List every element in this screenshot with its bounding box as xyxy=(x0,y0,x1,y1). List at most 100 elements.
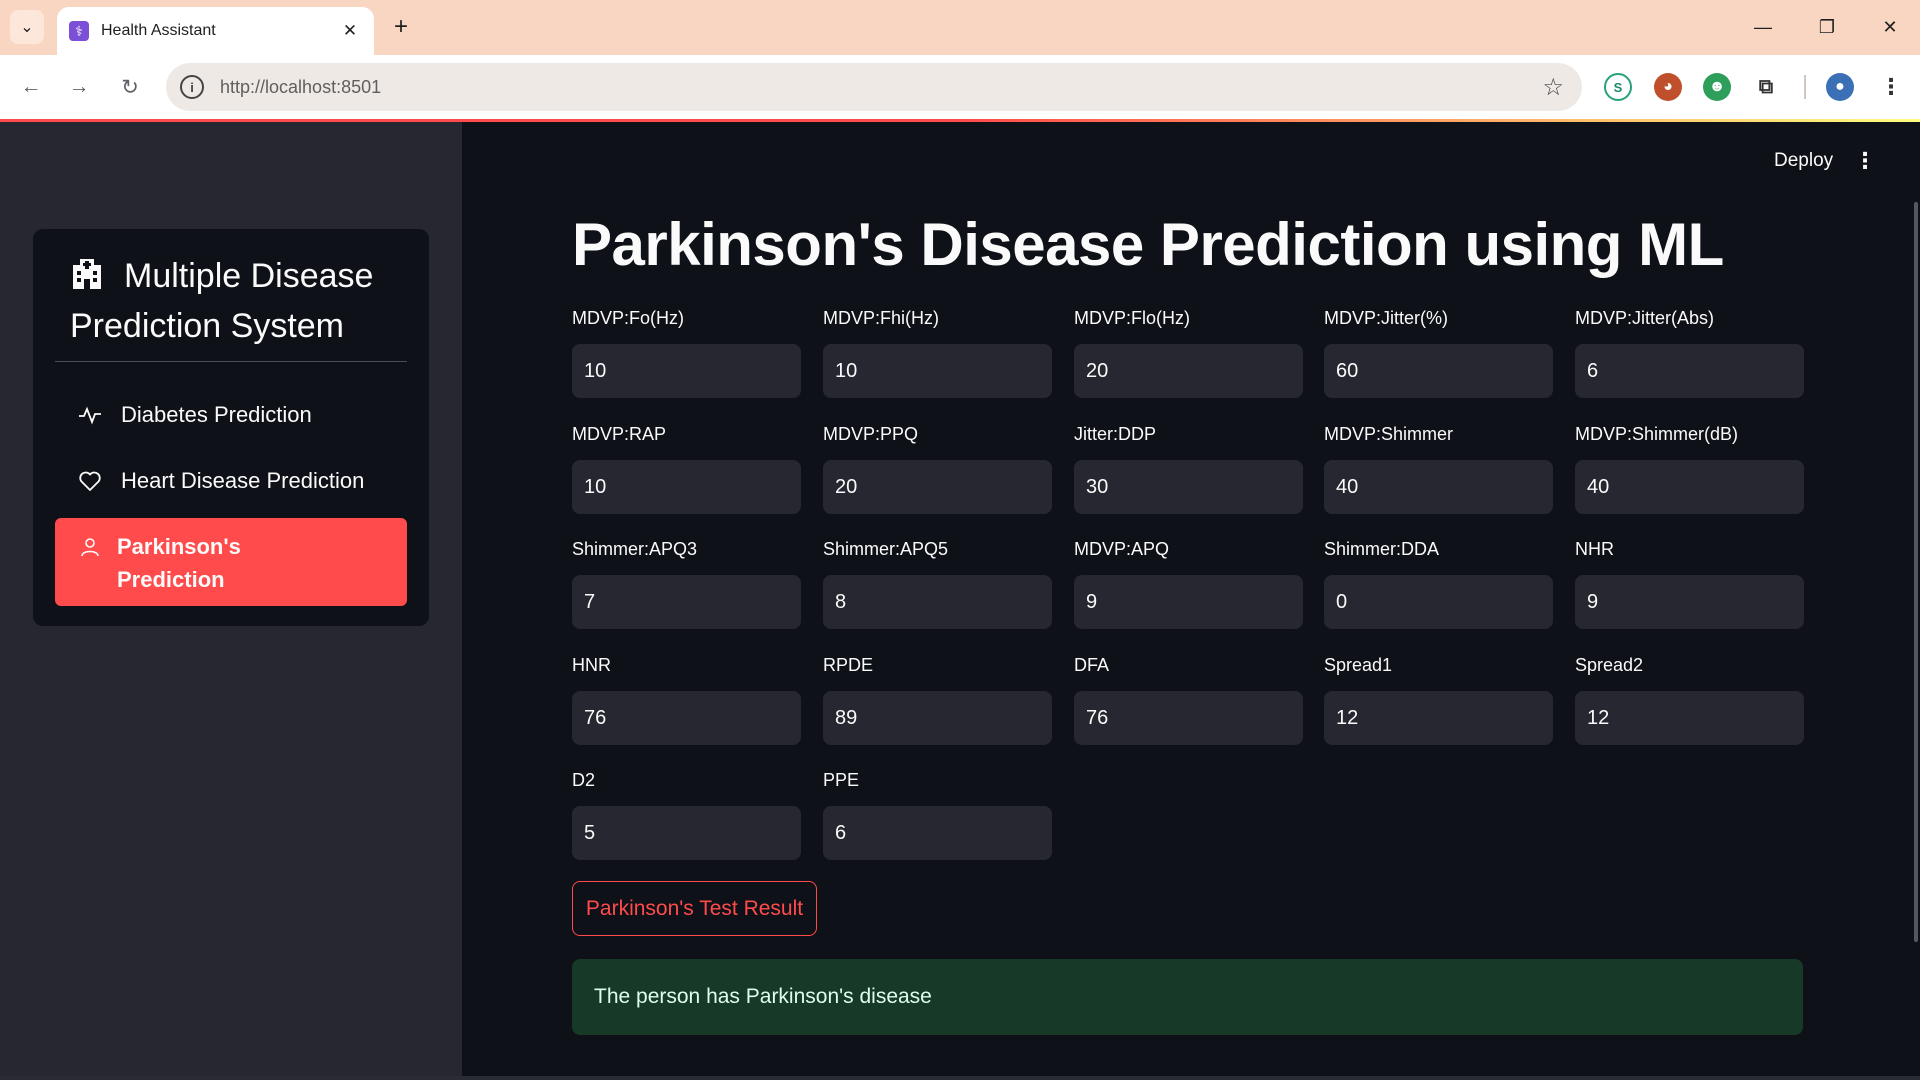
field-input[interactable]: 9 xyxy=(1074,575,1303,629)
reload-button[interactable]: ↻ xyxy=(113,70,147,104)
sidebar-item-label: Diabetes Prediction xyxy=(121,402,312,427)
heart-icon xyxy=(77,468,103,494)
forward-button[interactable]: → xyxy=(62,70,96,104)
input-field-group: Jitter:DDP 30 xyxy=(1074,424,1303,514)
minimize-button[interactable]: — xyxy=(1748,12,1778,42)
input-field-group: PPE 6 xyxy=(823,770,1052,860)
tab-favicon-icon: ⚕ xyxy=(69,21,89,41)
field-label: RPDE xyxy=(823,655,874,675)
field-input[interactable]: 60 xyxy=(1324,344,1553,398)
url-text[interactable]: http://localhost:8501 xyxy=(220,77,1542,98)
field-label: Spread1 xyxy=(1324,655,1393,675)
input-field-group: D2 5 xyxy=(572,770,801,860)
tab-close-icon[interactable]: ✕ xyxy=(338,21,362,41)
input-field-group: Shimmer:APQ5 8 xyxy=(823,539,1052,629)
tab-search-button[interactable]: ⌄ xyxy=(10,10,44,44)
profile-avatar[interactable]: ● xyxy=(1826,73,1854,101)
person-icon xyxy=(77,534,103,560)
field-input[interactable]: 0 xyxy=(1324,575,1553,629)
hospital-icon xyxy=(73,259,101,289)
input-field-group: MDVP:Flo(Hz) 20 xyxy=(1074,308,1303,398)
field-label: MDVP:Fo(Hz) xyxy=(572,308,684,328)
new-tab-button[interactable]: + xyxy=(386,12,416,42)
input-field-group: MDVP:Fo(Hz) 10 xyxy=(572,308,801,398)
sidebar-item-diabetes[interactable]: Diabetes Prediction xyxy=(55,387,407,443)
extension-icon[interactable]: S xyxy=(1604,73,1632,101)
scrollbar[interactable] xyxy=(1914,202,1918,942)
field-input[interactable]: 20 xyxy=(823,460,1052,514)
sidebar-item-heart-disease[interactable]: Heart Disease Prediction xyxy=(55,453,407,509)
input-field-group: Spread1 12 xyxy=(1324,655,1553,745)
field-input[interactable]: 30 xyxy=(1074,460,1303,514)
address-bar[interactable]: i http://localhost:8501 ☆ xyxy=(166,63,1582,111)
input-field-group: MDVP:APQ 9 xyxy=(1074,539,1303,629)
sidebar-item-label: Heart Disease Prediction xyxy=(121,468,365,493)
extension-bot-icon[interactable]: ☻ xyxy=(1703,73,1731,101)
menu-title: Multiple Disease Prediction System xyxy=(70,251,400,351)
field-input[interactable]: 20 xyxy=(1074,344,1303,398)
field-input[interactable]: 89 xyxy=(823,691,1052,745)
field-label: MDVP:Jitter(%) xyxy=(1324,308,1449,328)
field-input[interactable]: 40 xyxy=(1575,460,1804,514)
field-label: MDVP:Shimmer xyxy=(1324,424,1454,444)
field-input[interactable]: 5 xyxy=(572,806,801,860)
toolbar-separator xyxy=(1804,75,1806,99)
input-field-group: MDVP:Fhi(Hz) 10 xyxy=(823,308,1052,398)
field-label: PPE xyxy=(823,770,860,790)
field-label: MDVP:Fhi(Hz) xyxy=(823,308,939,328)
bookmark-star-icon[interactable]: ☆ xyxy=(1542,73,1564,102)
field-input[interactable]: 6 xyxy=(1575,344,1804,398)
field-input[interactable]: 9 xyxy=(1575,575,1804,629)
field-input[interactable]: 10 xyxy=(572,344,801,398)
field-label: HNR xyxy=(572,655,611,675)
input-field-group: Spread2 12 xyxy=(1575,655,1804,745)
field-input[interactable]: 12 xyxy=(1575,691,1804,745)
menu-title-line1: Multiple Disease xyxy=(124,257,374,295)
field-label: D2 xyxy=(572,770,596,790)
field-input[interactable]: 76 xyxy=(572,691,801,745)
field-input[interactable]: 10 xyxy=(572,460,801,514)
input-field-group: Shimmer:APQ3 7 xyxy=(572,539,801,629)
site-info-icon[interactable]: i xyxy=(180,75,204,99)
field-input[interactable]: 6 xyxy=(823,806,1052,860)
sidebar-item-label: Parkinson's Prediction xyxy=(117,534,241,592)
window-close-button[interactable]: ✕ xyxy=(1875,12,1905,42)
browser-tab-bar: ⌄ ⚕ Health Assistant ✕ + — ❐ ✕ xyxy=(0,0,1920,55)
deploy-button[interactable]: Deploy xyxy=(1774,150,1833,172)
extensions-puzzle-icon[interactable]: ⧉ xyxy=(1752,73,1780,101)
back-button[interactable]: ← xyxy=(14,70,48,104)
option-menu: Multiple Disease Prediction System Diabe… xyxy=(33,229,429,626)
field-label: Spread2 xyxy=(1575,655,1644,675)
input-field-group: HNR 76 xyxy=(572,655,801,745)
input-field-group: DFA 76 xyxy=(1074,655,1303,745)
restore-button[interactable]: ❐ xyxy=(1812,12,1842,42)
field-input[interactable]: 76 xyxy=(1074,691,1303,745)
main-menu-icon[interactable]: ⋮ xyxy=(1854,148,1876,174)
field-label: MDVP:PPQ xyxy=(823,424,919,444)
browser-toolbar: ← → ↻ i http://localhost:8501 ☆ S ◕ ☻ ⧉ … xyxy=(0,55,1920,119)
main-content: Deploy ⋮ Parkinson's Disease Prediction … xyxy=(462,122,1920,1080)
sidebar: Multiple Disease Prediction System Diabe… xyxy=(0,122,462,1080)
field-input[interactable]: 40 xyxy=(1324,460,1553,514)
field-input[interactable]: 8 xyxy=(823,575,1052,629)
field-input[interactable]: 10 xyxy=(823,344,1052,398)
field-label: Shimmer:DDA xyxy=(1324,539,1440,559)
browser-menu-icon[interactable]: ⋮ xyxy=(1877,73,1905,101)
input-field-group: MDVP:Shimmer 40 xyxy=(1324,424,1553,514)
input-field-group: NHR 9 xyxy=(1575,539,1804,629)
sidebar-item-parkinsons[interactable]: Parkinson's Prediction xyxy=(55,518,407,606)
field-label: MDVP:APQ xyxy=(1074,539,1170,559)
test-result-button[interactable]: Parkinson's Test Result xyxy=(572,881,817,936)
menu-title-line2: Prediction System xyxy=(70,307,344,345)
field-input[interactable]: 12 xyxy=(1324,691,1553,745)
field-label: NHR xyxy=(1575,539,1614,559)
field-label: MDVP:Jitter(Abs) xyxy=(1575,308,1715,328)
bottom-strip xyxy=(0,1076,1920,1080)
field-label: MDVP:Flo(Hz) xyxy=(1074,308,1190,328)
field-label: Shimmer:APQ5 xyxy=(823,539,949,559)
browser-tab[interactable]: ⚕ Health Assistant ✕ xyxy=(57,7,374,55)
field-label: DFA xyxy=(1074,655,1110,675)
extension-fox-icon[interactable]: ◕ xyxy=(1654,73,1682,101)
input-field-group: MDVP:Shimmer(dB) 40 xyxy=(1575,424,1804,514)
field-input[interactable]: 7 xyxy=(572,575,801,629)
